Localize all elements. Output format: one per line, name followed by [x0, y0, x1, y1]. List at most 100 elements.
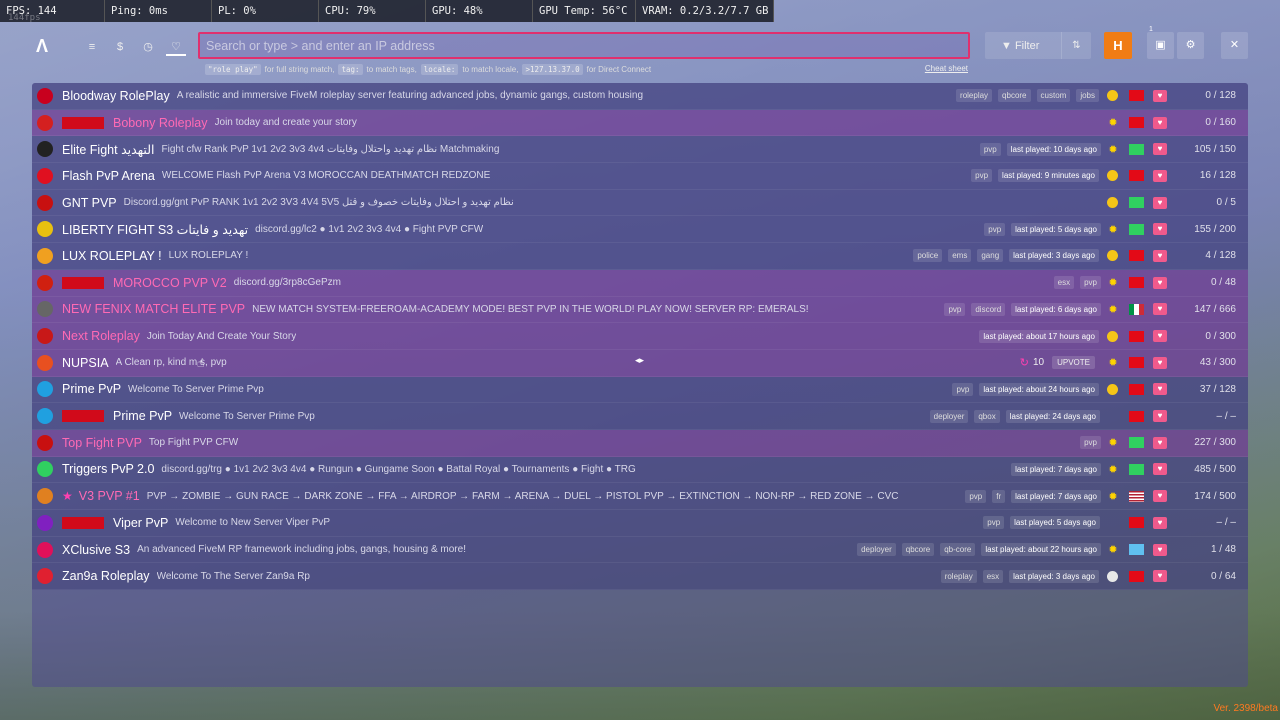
favorite-heart-icon[interactable]: ♥	[1153, 89, 1167, 102]
list-icon[interactable]: ≡	[82, 38, 102, 56]
server-row[interactable]: Viper PvP Welcome to New Server Viper PvP…	[32, 510, 1248, 537]
favorite-heart-icon[interactable]: ♥	[1153, 463, 1167, 476]
server-row[interactable]: ★ V3 PVP #1 PVP → ZOMBIE → GUN RACE → DARK…	[32, 483, 1248, 510]
history-icon[interactable]: ◷	[138, 38, 158, 56]
server-tag[interactable]: discord	[971, 302, 1006, 316]
server-tag[interactable]: qbcore	[901, 543, 935, 557]
server-tag[interactable]: roleplay	[956, 89, 993, 103]
server-tag[interactable]: qb-core	[940, 543, 976, 557]
favorite-heart-icon[interactable]: ♥	[1153, 276, 1167, 289]
server-tag[interactable]: police	[913, 249, 943, 263]
last-played: last played: 24 days ago	[1005, 409, 1100, 423]
server-tag[interactable]: qbcore	[998, 89, 1031, 103]
close-icon[interactable]: ✕	[1221, 32, 1248, 59]
server-name: Prime PvP	[113, 409, 173, 424]
heart-icon[interactable]: ♡	[166, 38, 186, 56]
sponsor-banner	[62, 116, 104, 129]
upvote-button[interactable]: UPVOTE	[1052, 356, 1095, 370]
cheat-sheet-link[interactable]: Cheat sheet	[925, 64, 968, 73]
favorite-heart-icon[interactable]: ♥	[1153, 436, 1167, 449]
server-icon	[37, 408, 53, 425]
server-row[interactable]: NEW FENIX MATCH ELITE PVP NEW MATCH SYSTE…	[32, 296, 1248, 324]
server-row[interactable]: Triggers PvP 2.0 discord.gg/trg ● 1v1 2v2…	[32, 456, 1248, 484]
server-tag[interactable]: deployer	[857, 543, 896, 557]
server-tag[interactable]: pvp	[984, 222, 1006, 236]
country-flag-icon	[1129, 463, 1144, 475]
server-tag[interactable]: pvp	[1080, 436, 1101, 450]
favorite-heart-icon[interactable]: ♥	[1153, 356, 1167, 369]
app-logo-icon[interactable]: Λ	[36, 36, 56, 56]
server-icon	[37, 568, 53, 585]
server-row[interactable]: Flash PvP Arena WELCOME Flash PvP Arena V…	[32, 163, 1248, 190]
sort-icon[interactable]: ⇅	[1061, 32, 1091, 59]
server-row[interactable]: LUX ROLEPLAY ! LUX ROLEPLAY ! police ems gan…	[32, 243, 1248, 270]
sun-icon: ✹	[1108, 463, 1118, 476]
server-tag[interactable]: deployer	[929, 409, 969, 423]
favorite-heart-icon[interactable]: ♥	[1153, 249, 1167, 262]
server-row[interactable]: Top Fight PVP Top Fight PVP CFW pvp ✹ ♥ 227 /…	[32, 429, 1248, 457]
sun-icon: ✹	[1108, 357, 1118, 370]
server-tag[interactable]: esx	[1053, 276, 1075, 290]
server-row[interactable]: Bobony Roleplay Join today and create you…	[32, 109, 1248, 137]
filter-button[interactable]: ▼ Filter ⇅	[985, 32, 1091, 59]
server-row[interactable]: LIBERTY FIGHT S3 تهديد و فايتات discord.g…	[32, 216, 1248, 244]
server-row[interactable]: XClusive S3 An advanced FiveM RP framewor…	[32, 536, 1248, 564]
server-icon	[37, 167, 53, 184]
user-avatar-button[interactable]: H	[1104, 32, 1132, 59]
server-row[interactable]: MOROCCO PVP V2 discord.gg/3rp8cGePzm esx pv…	[32, 269, 1248, 297]
favorite-heart-icon[interactable]: ♥	[1153, 410, 1167, 423]
favorite-heart-icon[interactable]: ♥	[1153, 303, 1167, 316]
server-tag[interactable]: ems	[948, 249, 972, 263]
server-tag[interactable]: roleplay	[940, 569, 977, 583]
server-tag[interactable]: esx	[982, 569, 1004, 583]
search-input[interactable]: Search or type > and enter an IP address	[198, 32, 970, 59]
server-row[interactable]: Prime PvP Welcome To Server Prime Pvp pvp l…	[32, 376, 1248, 404]
favorite-heart-icon[interactable]: ♥	[1153, 196, 1167, 209]
server-row[interactable]: Prime PvP Welcome To Server Prime Pvp depl…	[32, 403, 1248, 430]
server-tag[interactable]: gang	[977, 249, 1004, 263]
dollar-icon[interactable]: $	[110, 38, 130, 56]
server-tag[interactable]: pvp	[1080, 276, 1101, 290]
favorite-heart-icon[interactable]: ♥	[1153, 223, 1167, 236]
favorite-heart-icon[interactable]: ♥	[1153, 116, 1167, 129]
server-description: discord.gg/trg ● 1v1 2v2 3v3 4v4 ● Rungu…	[161, 463, 636, 475]
favorite-heart-icon[interactable]: ♥	[1153, 516, 1167, 529]
server-row[interactable]: GNT PVP Discord.gg/gnt PvP RANK 1v1 2v2 3…	[32, 189, 1248, 217]
favorite-heart-icon[interactable]: ♥	[1153, 570, 1167, 583]
favorite-heart-icon[interactable]: ♥	[1153, 383, 1167, 396]
server-tag[interactable]: pvp	[979, 142, 1001, 156]
favorite-heart-icon[interactable]: ♥	[1153, 490, 1167, 503]
server-tag[interactable]: pvp	[983, 516, 1005, 530]
stat-cell: PL: 0%	[212, 0, 319, 22]
player-count: 43 / 300	[1199, 357, 1236, 369]
top-bar: Λ ≡ $ ◷ ♡ Search or type > and enter an IP …	[32, 26, 1248, 75]
server-icon	[37, 461, 53, 478]
server-tag[interactable]: pvp	[965, 489, 987, 503]
server-row[interactable]: Next Roleplay Join Today And Create Your …	[32, 323, 1248, 350]
last-played: last played: 6 days ago	[1011, 302, 1101, 316]
server-row[interactable]: Zan9a Roleplay Welcome To The Server Zan9…	[32, 563, 1248, 591]
country-flag-icon	[1129, 544, 1144, 556]
server-tag[interactable]: pvp	[952, 382, 974, 396]
server-row[interactable]: Elite Fight التهديد Fight cfw Rank PvP 1v…	[32, 136, 1248, 164]
server-icon	[37, 514, 53, 531]
player-count: 0 / 128	[1205, 90, 1236, 102]
server-name: MOROCCO PVP V2	[113, 275, 227, 290]
version-label: Ver. 2398/beta	[1213, 703, 1278, 714]
server-row[interactable]: Bloodway RolePlay A realistic and immersi…	[32, 83, 1248, 110]
server-tag[interactable]: pvp	[971, 169, 993, 183]
player-count: 0 / 160	[1205, 117, 1236, 129]
server-tag[interactable]: fr	[992, 489, 1006, 503]
favorite-heart-icon[interactable]: ♥	[1153, 169, 1167, 182]
server-description: A realistic and immersive FiveM roleplay…	[176, 90, 644, 102]
settings-gear-icon[interactable]: ⚙	[1177, 32, 1204, 59]
server-tag[interactable]: pvp	[944, 302, 966, 316]
favorite-heart-icon[interactable]: ♥	[1153, 143, 1167, 156]
player-count: – / –	[1216, 410, 1236, 422]
server-tag[interactable]: custom	[1036, 89, 1071, 103]
favorite-heart-icon[interactable]: ♥	[1153, 543, 1167, 556]
server-tag[interactable]: qbox	[974, 409, 1000, 423]
notifications-button[interactable]: ▣	[1147, 32, 1174, 59]
server-tag[interactable]: jobs	[1076, 89, 1099, 103]
favorite-heart-icon[interactable]: ♥	[1153, 330, 1167, 343]
